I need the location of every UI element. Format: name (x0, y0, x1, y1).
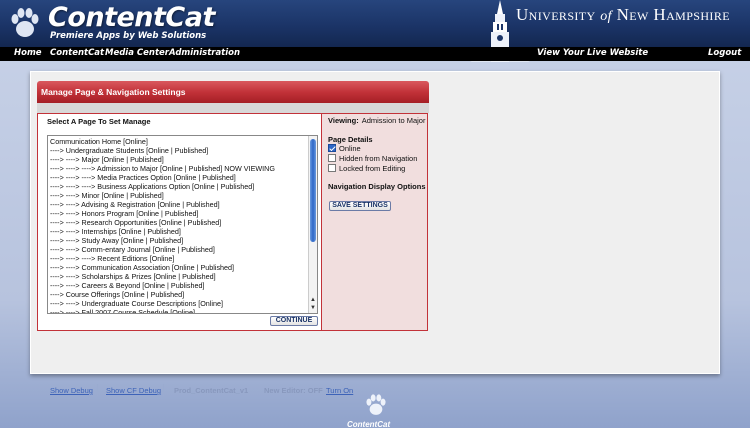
page-list-item[interactable]: ----> ----> Undergraduate Course Descrip… (50, 299, 308, 308)
footer-logo-text: ContentCat (347, 420, 391, 428)
scroll-up-icon[interactable]: ▲ (309, 296, 317, 304)
nav-media-center[interactable]: Media Center (105, 48, 169, 58)
page-list-item[interactable]: ----> ----> ----> Business Applications … (50, 182, 308, 191)
panel-header-strip (37, 103, 429, 113)
main-nav: Home ContentCat Media Center Administrat… (0, 47, 750, 61)
page-list-item[interactable]: ----> ----> Communication Association [O… (50, 263, 308, 272)
viewing-label: Viewing: (328, 116, 359, 125)
page-list-item[interactable]: ----> ----> Scholarships & Prizes [Onlin… (50, 272, 308, 281)
scrollbar-thumb[interactable] (310, 139, 316, 242)
page-list-item[interactable]: ----> ----> Internships [Online | Publis… (50, 227, 308, 236)
viewing-indicator: Viewing: Admission to Major (328, 116, 425, 125)
new-editor-status: New Editor: OFF (264, 386, 323, 395)
footer-divider (163, 384, 164, 396)
nav-contentcat[interactable]: ContentCat (50, 48, 104, 58)
nav-view-live-website[interactable]: View Your Live Website (537, 48, 648, 58)
app-tagline: Premiere Apps by Web Solutions (50, 31, 207, 41)
page-list-item[interactable]: ----> ----> Fall 2007 Course Schedule [O… (50, 308, 308, 313)
nav-administration[interactable]: Administration (169, 48, 240, 58)
panel-title: Manage Page & Navigation Settings (37, 81, 429, 103)
online-option: Online (328, 143, 361, 153)
university-name: University of New Hampshire (516, 5, 730, 24)
hidden-option: Hidden from Navigation (328, 153, 417, 163)
locked-option: Locked from Editing (328, 163, 405, 173)
nav-logout[interactable]: Logout (708, 48, 741, 58)
page-list-item[interactable]: ----> ----> Advising & Registration [Onl… (50, 200, 308, 209)
page-list-item[interactable]: ----> ----> Careers & Beyond [Online | P… (50, 281, 308, 290)
app-title: ContentCat (48, 2, 215, 33)
footer-divider (97, 384, 98, 396)
page-list-item[interactable]: ----> ----> Study Away [Online | Publish… (50, 236, 308, 245)
viewing-value: Admission to Major (361, 116, 426, 125)
show-cf-debug-link[interactable]: Show CF Debug (106, 386, 161, 395)
page-list-item[interactable]: ----> Undergraduate Students [Online | P… (50, 146, 308, 155)
nav-home[interactable]: Home (14, 48, 42, 58)
online-checkbox[interactable] (328, 144, 336, 152)
page-list-item[interactable]: ----> Course Offerings [Online | Publish… (50, 290, 308, 299)
app-header: ContentCat Premiere Apps by Web Solution… (0, 0, 750, 62)
page-list-item[interactable]: ----> ----> Comm-entary Journal [Online … (50, 245, 308, 254)
page-list-item[interactable]: ----> ----> ----> Recent Editions [Onlin… (50, 254, 308, 263)
save-settings-button[interactable]: SAVE SETTINGS (329, 201, 391, 211)
hidden-label: Hidden from Navigation (339, 153, 418, 163)
paw-logo-icon (11, 8, 39, 37)
continue-button[interactable]: CONTINUE (270, 316, 318, 326)
locked-label: Locked from Editing (339, 163, 406, 173)
environment-name: Prod_ContentCat_v1 (174, 386, 249, 395)
select-page-label: Select A Page To Set Manage (47, 117, 151, 126)
page-list-item[interactable]: ----> ----> Major [Online | Published] (50, 155, 308, 164)
show-debug-link[interactable]: Show Debug (50, 386, 93, 395)
page-list-item[interactable]: Communication Home [Online] (50, 137, 308, 146)
page-list-items: Communication Home [Online] ----> Undergr… (50, 137, 308, 313)
locked-from-editing-checkbox[interactable] (328, 164, 336, 172)
page-list-scrollbar[interactable]: ▲ ▼ (308, 136, 317, 313)
online-label: Online (339, 143, 361, 153)
page-list-item[interactable]: ----> ----> Minor [Online | Published] (50, 191, 308, 200)
nav-display-options-title: Navigation Display Options (328, 182, 426, 191)
footer-paw-icon (366, 394, 386, 415)
page-list-item[interactable]: ----> ----> ----> Media Practices Option… (50, 173, 308, 182)
page-list-item[interactable]: ----> ----> Honors Program [Online | Pub… (50, 209, 308, 218)
page-list-item[interactable]: ----> ----> ----> Admission to Major [On… (50, 164, 308, 173)
scroll-down-icon[interactable]: ▼ (309, 304, 317, 312)
page-select-list[interactable]: Communication Home [Online] ----> Undergr… (47, 135, 318, 314)
page-list-item[interactable]: ----> ----> Research Opportunities [Onli… (50, 218, 308, 227)
hidden-from-navigation-checkbox[interactable] (328, 154, 336, 162)
turn-on-editor-link[interactable]: Turn On (326, 386, 353, 395)
